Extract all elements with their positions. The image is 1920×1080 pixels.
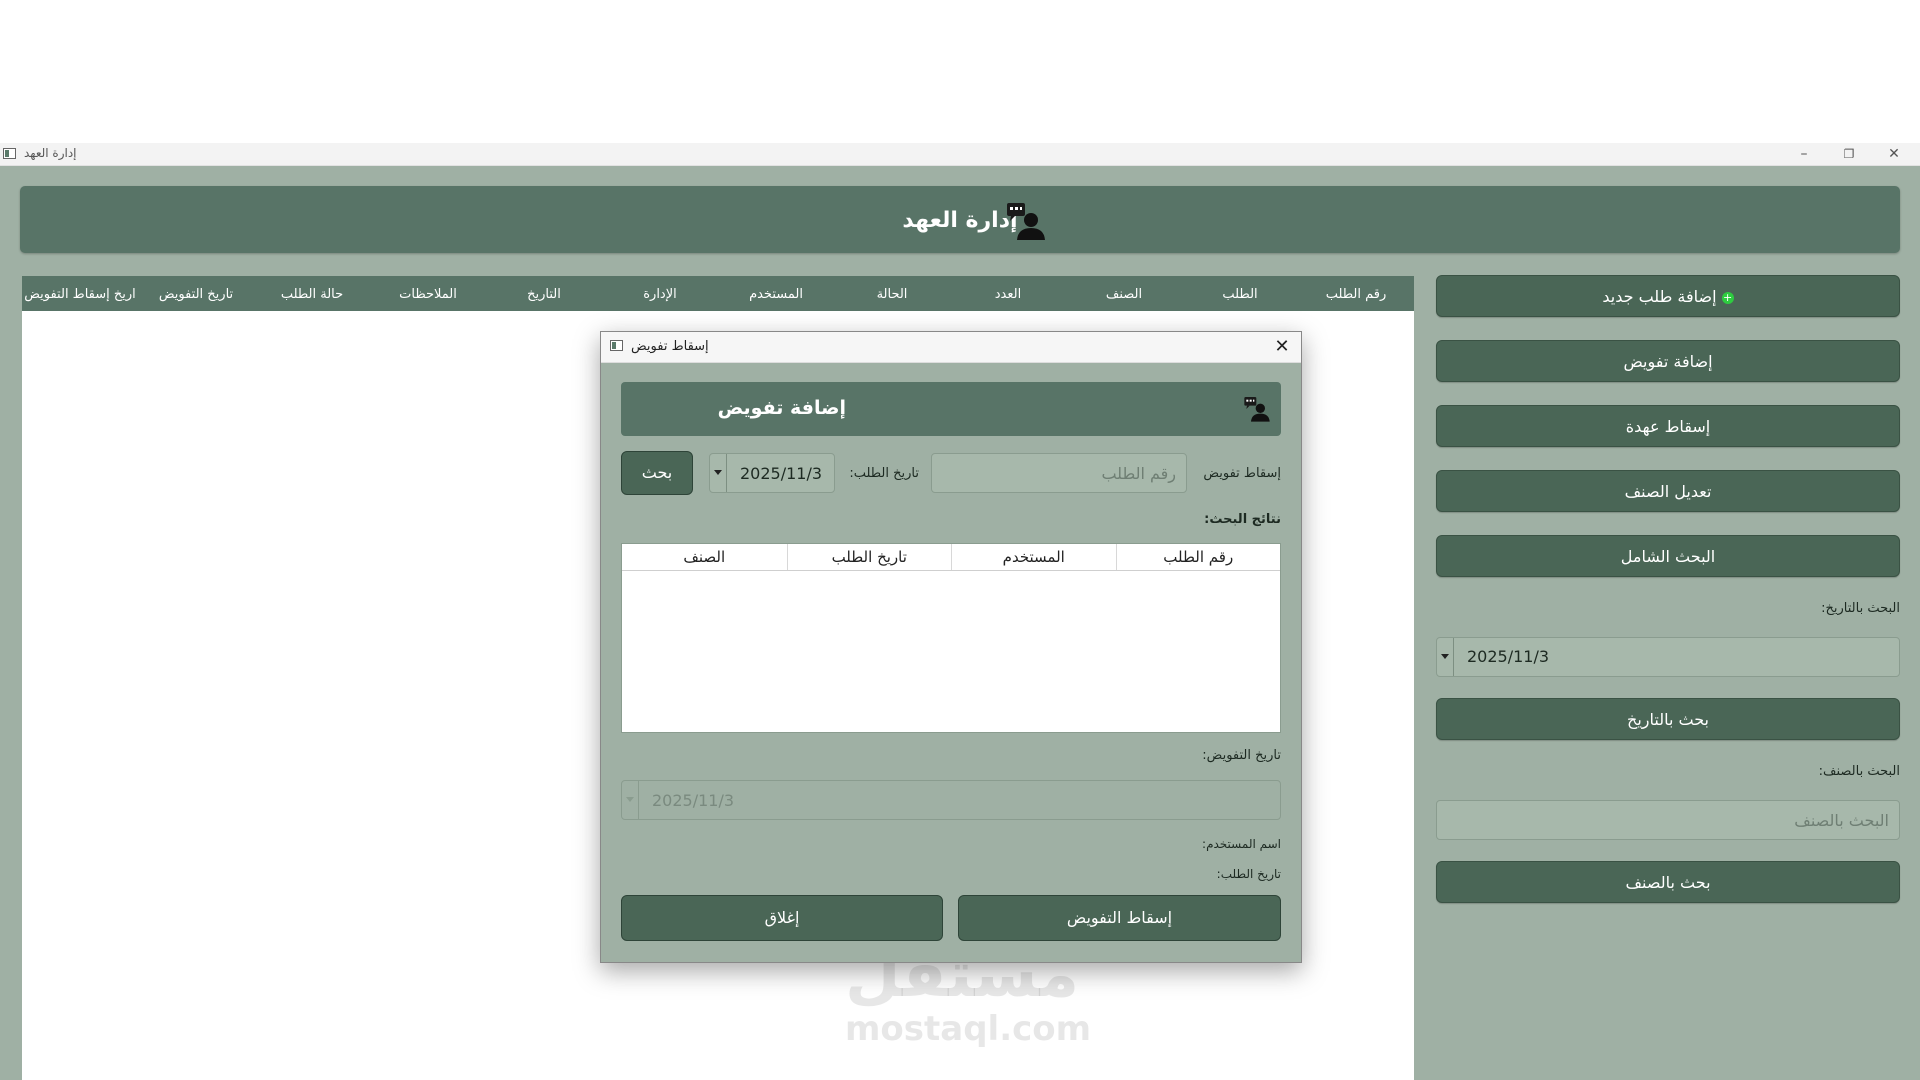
request-date-picker[interactable]: 2025/11/3 [709,453,835,493]
delegation-date-value: 2025/11/3 [652,791,735,810]
delegation-date-label: تاريخ التفويض: [1202,748,1281,763]
sidebar-date-picker[interactable]: 2025/11/3 [1436,637,1900,677]
close-button[interactable]: إغلاق [621,895,943,941]
request-number-placeholder: رقم الطلب [1101,464,1176,483]
dialog-header: إضافة تفويض [621,382,1281,436]
request-date-value: 2025/11/3 [740,464,823,483]
chevron-down-icon[interactable] [622,781,639,819]
results-column-header[interactable]: تاريخ الطلب [786,544,952,570]
drop-custody-button[interactable]: إسقاط عهدة [1436,405,1900,447]
column-header[interactable]: التاريخ [486,276,602,311]
page-header: إدارة العهد [20,186,1900,253]
column-header[interactable]: تاريخ التفويض [138,276,254,311]
column-header[interactable]: حالة الطلب [254,276,370,311]
results-label: نتائج البحث: [1204,512,1281,527]
page-title: إدارة العهد [902,208,1018,233]
column-header[interactable]: المستخدم [718,276,834,311]
dialog-header-title: إضافة تفويض [717,397,846,419]
category-search-input[interactable]: البحث بالصنف [1436,800,1900,840]
minimize-button[interactable]: – [1784,143,1824,165]
results-table-header: رقم الطلب المستخدم تاريخ الطلب الصنف [622,544,1280,571]
full-search-button[interactable]: البحث الشامل [1436,535,1900,577]
search-button[interactable]: بحث [621,451,693,495]
results-column-header[interactable]: الصنف [622,544,787,570]
delegation-date-picker[interactable]: 2025/11/3 [621,780,1281,820]
chat-user-icon [1244,397,1270,422]
chat-user-icon [1007,203,1045,240]
request-date-info-label: تاريخ الطلب: [1216,867,1281,881]
request-date-label: تاريخ الطلب: [849,466,919,481]
restore-button[interactable]: ❐ [1829,143,1869,165]
column-header[interactable]: رقم الطلب [1298,276,1414,311]
column-header[interactable]: الحالة [834,276,950,311]
plus-icon: + [1721,291,1734,304]
column-header[interactable]: الصنف [1066,276,1182,311]
window-title: إدارة العهد [24,146,77,160]
column-header[interactable]: اريخ إسقاط التفويض [22,276,138,311]
column-header[interactable]: الإدارة [602,276,718,311]
search-by-category-label: البحث بالصنف: [1818,764,1900,779]
column-header[interactable]: العدد [950,276,1066,311]
search-category-button[interactable]: بحث بالصنف [1436,861,1900,903]
results-column-header[interactable]: المستخدم [951,544,1116,570]
dialog-title: إسقاط تفويض [631,339,709,354]
add-delegation-button[interactable]: إضافة تفويض [1436,340,1900,382]
results-column-header[interactable]: رقم الطلب [1115,544,1281,570]
chevron-down-icon[interactable] [1437,638,1454,676]
app-icon [3,148,16,159]
close-icon[interactable]: ✕ [1269,334,1295,360]
close-window-button[interactable]: ✕ [1874,143,1914,165]
column-header[interactable]: الملاحظات [370,276,486,311]
category-search-placeholder: البحث بالصنف [1794,811,1889,830]
watermark-latin: mostaql.com [845,1009,1092,1049]
sidebar-date-value: 2025/11/3 [1467,647,1550,666]
column-header[interactable]: الطلب [1182,276,1298,311]
app-icon [610,340,623,351]
drop-delegation-dialog: إسقاط تفويض ✕ إضافة تفويض إسقاط تفويض رق… [600,331,1302,963]
chevron-down-icon[interactable] [710,454,727,492]
drop-delegation-label: إسقاط تفويض [1203,466,1281,481]
window-titlebar: إدارة العهد – ❐ ✕ [0,143,1920,166]
dialog-titlebar: إسقاط تفويض ✕ [601,332,1301,363]
results-table[interactable]: رقم الطلب المستخدم تاريخ الطلب الصنف [621,543,1281,733]
search-by-date-label: البحث بالتاريخ: [1821,601,1900,616]
add-request-label: إضافة طلب جديد [1602,287,1717,306]
edit-category-button[interactable]: تعديل الصنف [1436,470,1900,512]
username-label: اسم المستخدم: [1202,837,1281,851]
add-request-button[interactable]: إضافة طلب جديد + [1436,275,1900,317]
table-header: رقم الطلب الطلب الصنف العدد الحالة المست… [22,276,1414,311]
drop-delegation-button[interactable]: إسقاط التفويض [958,895,1281,941]
request-number-input[interactable]: رقم الطلب [931,453,1187,493]
search-date-button[interactable]: بحث بالتاريخ [1436,698,1900,740]
